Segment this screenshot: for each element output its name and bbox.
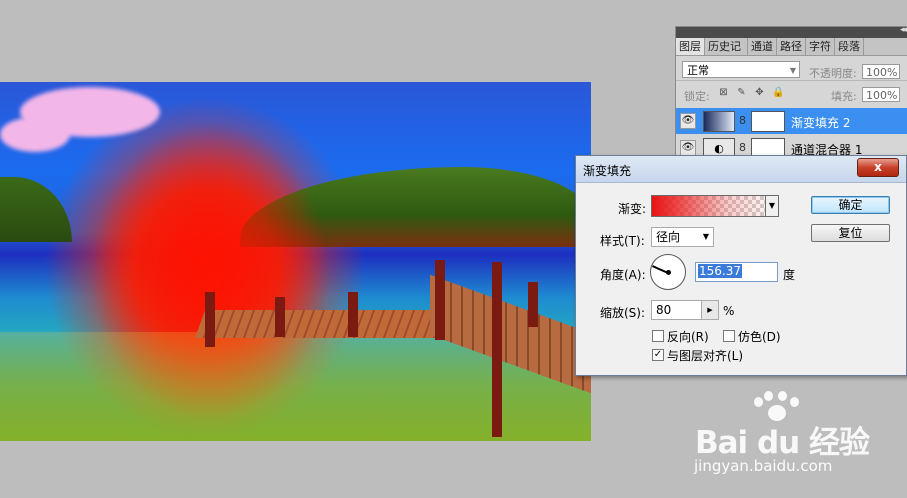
- pier-post: [435, 260, 445, 340]
- tab-character[interactable]: 字符: [806, 38, 835, 55]
- angle-dial[interactable]: [650, 254, 686, 290]
- document-canvas[interactable]: [0, 82, 591, 441]
- gradient-fill-dialog: 渐变填充 x 渐变: ▼ 样式(T): 径向 ▼ 角度(A): 156.37 度…: [575, 155, 907, 376]
- pier-post: [205, 292, 215, 347]
- align-label: 与图层对齐(L): [667, 349, 744, 363]
- watermark-url: jingyan.baidu.com: [694, 457, 833, 475]
- angle-label: 角度(A):: [600, 268, 646, 282]
- blend-mode-select[interactable]: 正常 ▼: [682, 61, 800, 78]
- dither-label: 仿色(D): [738, 330, 781, 344]
- lock-transparency-icon[interactable]: ⊠: [718, 87, 729, 98]
- align-checkbox[interactable]: ✓: [652, 349, 664, 361]
- chevron-right-icon[interactable]: ▶: [701, 301, 718, 319]
- fill-label: 填充:: [831, 90, 857, 103]
- link-icon[interactable]: 8: [739, 141, 746, 154]
- baidu-watermark: Bai du 经验 jingyan.baidu.com: [690, 391, 890, 485]
- blend-row: 正常 ▼ 不透明度: 100%: [676, 56, 907, 80]
- chevron-down-icon: ▼: [789, 66, 796, 75]
- link-icon[interactable]: 8: [739, 114, 746, 127]
- scale-unit: %: [723, 304, 735, 318]
- style-select[interactable]: 径向 ▼: [651, 227, 714, 247]
- eye-icon[interactable]: 👁: [680, 113, 696, 129]
- blend-mode-value: 正常: [687, 64, 709, 77]
- gradient-thumbnail: [703, 111, 735, 132]
- layer-row[interactable]: 👁 8 渐变填充 2: [676, 108, 907, 134]
- opacity-input[interactable]: 100%: [862, 64, 900, 79]
- pier-post: [528, 282, 538, 327]
- chevron-down-icon: ▼: [702, 232, 709, 241]
- angle-value: 156.37: [698, 264, 742, 278]
- sky-cloud: [0, 117, 70, 152]
- pier-post: [275, 297, 285, 337]
- angle-center: [666, 270, 671, 275]
- angle-unit: 度: [783, 268, 796, 282]
- reverse-checkbox[interactable]: [652, 330, 664, 342]
- reverse-label: 反向(R): [667, 330, 709, 344]
- left-island: [0, 177, 72, 242]
- reset-button[interactable]: 复位: [811, 224, 890, 242]
- lock-label: 锁定:: [684, 90, 710, 103]
- dither-checkbox[interactable]: [723, 330, 735, 342]
- tab-channels[interactable]: 通道: [748, 38, 777, 55]
- gradient-label: 渐变:: [618, 202, 647, 216]
- lock-row: 锁定: ⊠ ✎ ✥ 🔒 填充: 100%: [676, 80, 907, 108]
- close-button[interactable]: x: [857, 158, 899, 177]
- scale-input[interactable]: 80 ▶: [651, 300, 719, 320]
- style-value: 径向: [656, 230, 681, 244]
- scale-value: 80: [656, 303, 672, 317]
- layers-panel: ◂◂ 图层 历史记 通道 路径 字符 段落 正常 ▼ 不透明度: 100% 锁定…: [675, 25, 907, 168]
- lock-pixels-icon[interactable]: ✎: [736, 87, 747, 98]
- lock-position-icon[interactable]: ✥: [754, 87, 765, 98]
- collapse-icon[interactable]: ◂◂: [900, 25, 907, 35]
- tab-paragraph[interactable]: 段落: [835, 38, 864, 55]
- tab-layers[interactable]: 图层: [676, 38, 705, 55]
- pier-post: [492, 262, 502, 437]
- lock-all-icon[interactable]: 🔒: [772, 87, 784, 98]
- eye-icon[interactable]: 👁: [680, 140, 696, 156]
- gradient-picker[interactable]: [651, 195, 779, 217]
- angle-input[interactable]: 156.37: [695, 262, 778, 282]
- layer-name: 渐变填充 2: [791, 116, 851, 130]
- dialog-title: 渐变填充: [583, 164, 632, 178]
- tab-paths[interactable]: 路径: [777, 38, 806, 55]
- opacity-label: 不透明度:: [809, 67, 857, 80]
- tab-history[interactable]: 历史记: [705, 38, 748, 55]
- dialog-titlebar[interactable]: 渐变填充 x: [576, 156, 906, 183]
- watermark-brand: Bai du 经验: [695, 425, 870, 461]
- panel-titlebar: ◂◂: [676, 25, 907, 38]
- chevron-down-icon[interactable]: ▼: [765, 195, 779, 217]
- layer-mask-thumbnail: [751, 111, 785, 132]
- scale-label: 缩放(S):: [600, 306, 646, 320]
- fill-input[interactable]: 100%: [862, 87, 900, 102]
- ok-button[interactable]: 确定: [811, 196, 890, 214]
- pier-post: [348, 292, 358, 337]
- style-label: 样式(T):: [600, 234, 645, 248]
- wooden-pier: [194, 310, 446, 338]
- panel-tabs: 图层 历史记 通道 路径 字符 段落: [676, 38, 907, 56]
